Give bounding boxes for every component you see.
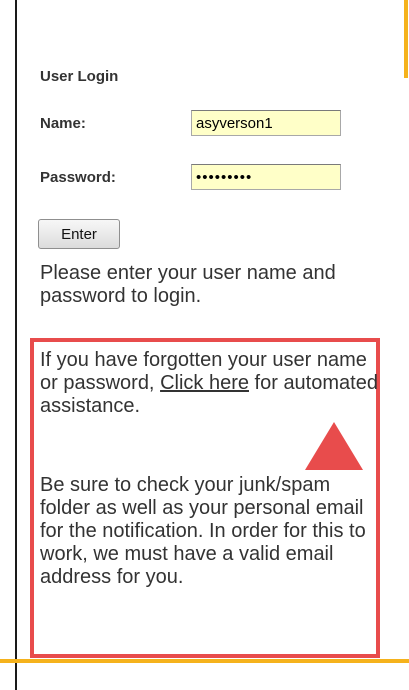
orange-divider	[0, 659, 409, 663]
orange-right-border	[404, 0, 408, 78]
spam-folder-note: Be sure to check your junk/spam folder a…	[40, 474, 366, 588]
up-triangle-arrow-icon	[305, 422, 363, 470]
name-label: Name:	[40, 115, 86, 132]
forgot-credentials-text: If you have forgotten your user name or …	[40, 349, 378, 418]
password-input[interactable]	[191, 164, 341, 190]
password-label: Password:	[40, 169, 116, 186]
name-input[interactable]	[191, 110, 341, 136]
frame-left-border	[15, 0, 17, 690]
login-instructions: Please enter your user name and password…	[40, 262, 336, 307]
enter-button[interactable]: Enter	[38, 219, 120, 249]
click-here-link[interactable]: Click here	[160, 372, 249, 394]
user-login-title: User Login	[40, 68, 119, 85]
